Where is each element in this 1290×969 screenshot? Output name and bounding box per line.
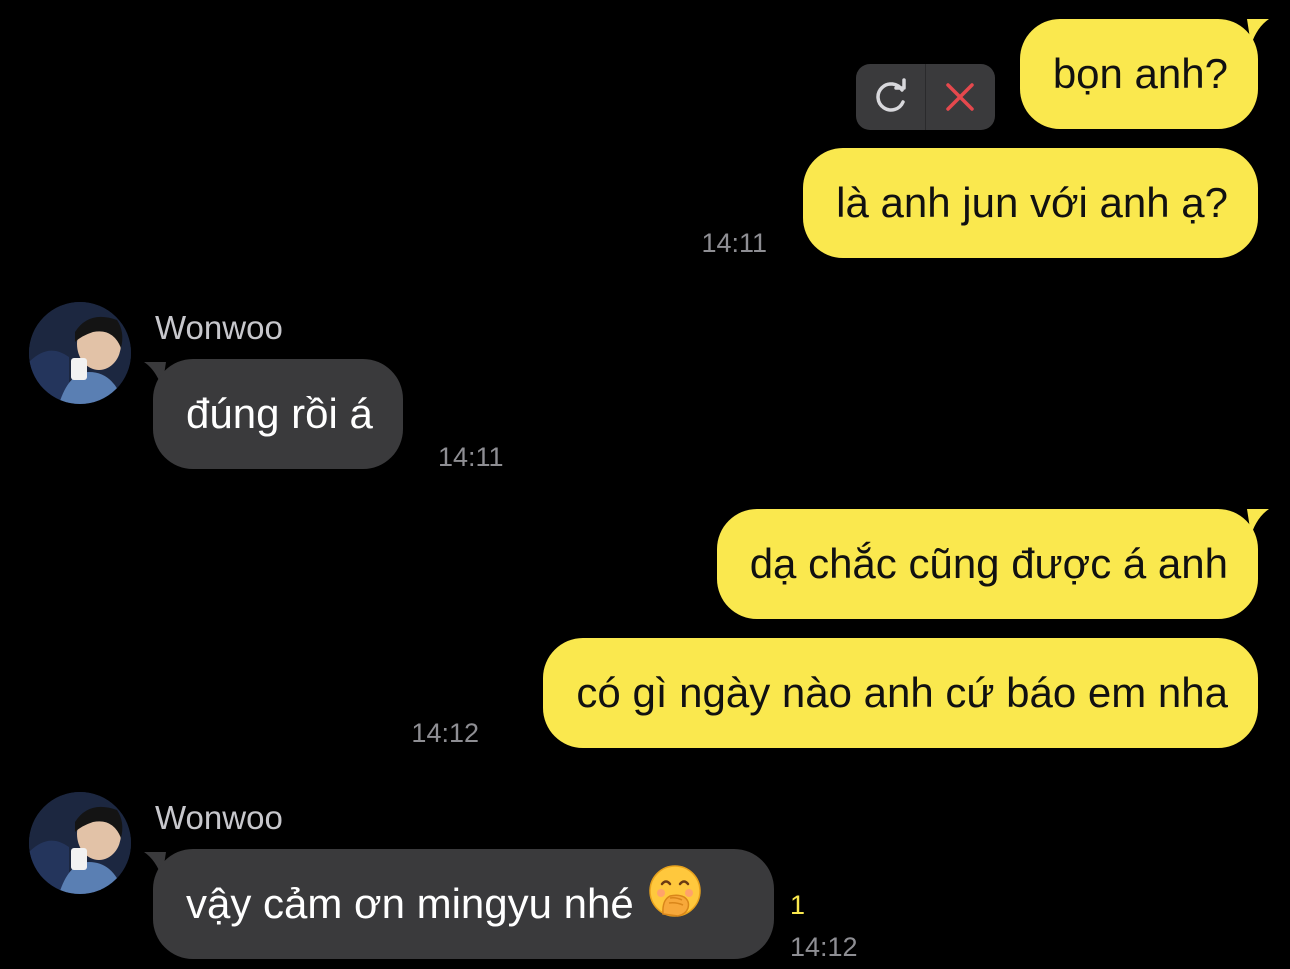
message-timestamp: 14:12 xyxy=(790,932,858,962)
sender-name: Wonwoo xyxy=(155,309,283,346)
message-bubble-incoming[interactable]: đúng rồi á xyxy=(153,359,403,469)
message-bubble-outgoing[interactable]: là anh jun với anh ạ? xyxy=(803,148,1258,258)
avatar[interactable] xyxy=(29,302,131,404)
failed-send-controls xyxy=(856,64,995,130)
message-bubble-outgoing[interactable]: có gì ngày nào anh cứ báo em nha xyxy=(543,638,1258,748)
retry-icon xyxy=(876,78,906,112)
profile-photo xyxy=(29,302,131,404)
bubble-tail xyxy=(1247,19,1269,45)
bubble-tail xyxy=(1247,509,1269,535)
message-bubble-outgoing[interactable]: dạ chắc cũng được á anh xyxy=(716,509,1258,619)
avatar[interactable] xyxy=(29,792,131,894)
unread-count: 1 xyxy=(790,890,806,920)
message-timestamp: 14:11 xyxy=(438,442,504,472)
message-text: vậy cảm ơn mingyu nhé xyxy=(186,880,634,927)
close-icon xyxy=(946,83,974,111)
face-with-hand-over-mouth-emoji xyxy=(648,849,702,959)
retry-button[interactable] xyxy=(856,64,925,130)
profile-photo xyxy=(29,792,131,894)
delete-button[interactable] xyxy=(926,64,995,130)
sender-name: Wonwoo xyxy=(155,799,283,836)
message-timestamp: 14:12 xyxy=(411,718,479,748)
message-bubble-incoming[interactable]: vậy cảm ơn mingyu nhé xyxy=(153,849,774,959)
message-bubble-outgoing[interactable]: bọn anh? xyxy=(1019,19,1258,129)
message-timestamp: 14:11 xyxy=(701,228,767,258)
